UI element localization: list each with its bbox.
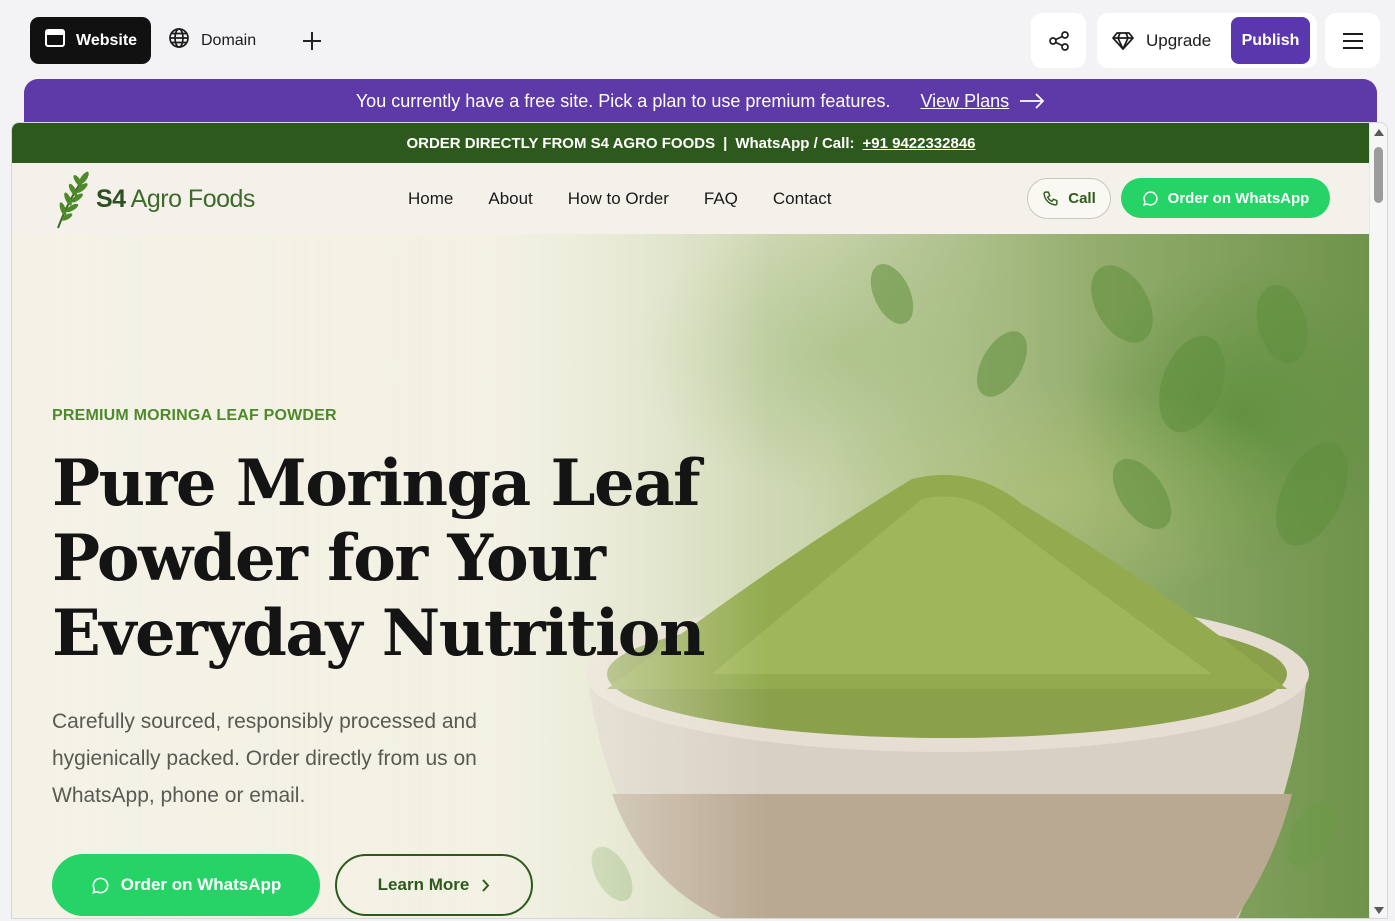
- call-button[interactable]: Call: [1027, 178, 1111, 219]
- scroll-up-arrow-icon[interactable]: [1374, 129, 1384, 136]
- tab-website-label: Website: [76, 31, 138, 49]
- tab-domain[interactable]: Domain: [168, 17, 256, 64]
- nav-item-how-to-order[interactable]: How to Order: [568, 189, 669, 209]
- globe-icon: [168, 27, 190, 54]
- hero-eyebrow: PREMIUM MORINGA LEAF POWDER: [52, 407, 337, 424]
- announcement-prefix: ORDER DIRECTLY FROM S4 AGRO FOODS: [406, 134, 716, 152]
- header-whatsapp-button[interactable]: Order on WhatsApp: [1121, 178, 1330, 218]
- leaf-logo-icon: [57, 171, 89, 229]
- announcement-separator: |: [723, 134, 728, 152]
- tab-website[interactable]: Website: [30, 17, 151, 64]
- publish-button[interactable]: Publish: [1231, 17, 1310, 64]
- chat-bubble-icon: [1142, 190, 1158, 206]
- hero-whatsapp-button[interactable]: Order on WhatsApp: [52, 854, 320, 916]
- hero-subtext: Carefully sourced, responsibly processed…: [52, 710, 477, 807]
- plus-icon: [303, 32, 321, 50]
- hamburger-icon: [1342, 32, 1363, 49]
- scroll-down-arrow-icon[interactable]: [1374, 907, 1384, 914]
- brand-name: S4 Agro Foods: [96, 184, 255, 213]
- upgrade-button[interactable]: Upgrade: [1111, 13, 1211, 68]
- call-label: Call: [1068, 190, 1096, 207]
- hero-section: PREMIUM MORINGA LEAF POWDER Pure Moringa…: [12, 234, 1370, 918]
- hero-whatsapp-label: Order on WhatsApp: [120, 875, 282, 894]
- learn-more-button[interactable]: Learn More: [335, 854, 533, 916]
- nav-item-contact[interactable]: Contact: [773, 189, 832, 209]
- browser-window-icon: [45, 29, 65, 52]
- tab-domain-label: Domain: [201, 31, 257, 49]
- free-plan-notice: You currently have a free site. Pick a p…: [24, 79, 1377, 123]
- share-button[interactable]: [1031, 13, 1086, 68]
- main-nav: Home About How to Order FAQ Contact: [408, 163, 832, 234]
- add-tab-button[interactable]: [296, 25, 328, 57]
- notice-text: You currently have a free site. Pick a p…: [355, 90, 891, 111]
- nav-item-home[interactable]: Home: [408, 189, 453, 209]
- announcement-bar: ORDER DIRECTLY FROM S4 AGRO FOODS | What…: [12, 123, 1370, 163]
- chevron-right-icon: [482, 878, 490, 892]
- share-icon: [1048, 30, 1069, 51]
- brand-logo[interactable]: S4 Agro Foods: [52, 167, 255, 231]
- nav-item-faq[interactable]: FAQ: [704, 189, 738, 209]
- chat-bubble-icon: [91, 877, 109, 894]
- upgrade-label: Upgrade: [1146, 30, 1212, 50]
- diamond-icon: [1112, 31, 1134, 50]
- hero-headline: Pure Moringa Leaf Powder for Your Everyd…: [52, 446, 706, 671]
- scrollbar-thumb[interactable]: [1374, 147, 1383, 203]
- arrow-right-icon: [1020, 93, 1045, 109]
- learn-more-label: Learn More: [377, 875, 470, 894]
- announcement-contact-label: WhatsApp / Call:: [735, 134, 855, 152]
- editor-toolbar: Website Domain Upgrade Publish: [0, 0, 1395, 80]
- phone-icon: [1043, 191, 1058, 206]
- preview-scrollbar[interactable]: [1369, 123, 1387, 918]
- phone-link[interactable]: +91 9422332846: [862, 135, 975, 152]
- view-plans-link[interactable]: View Plans: [920, 91, 1009, 112]
- upgrade-publish-group: Upgrade Publish: [1097, 13, 1317, 68]
- menu-button[interactable]: [1325, 13, 1380, 68]
- header-whatsapp-label: Order on WhatsApp: [1167, 189, 1310, 207]
- site-header: S4 Agro Foods Home About How to Order FA…: [12, 163, 1370, 234]
- site-preview-frame: ORDER DIRECTLY FROM S4 AGRO FOODS | What…: [11, 122, 1388, 919]
- nav-item-about[interactable]: About: [488, 189, 532, 209]
